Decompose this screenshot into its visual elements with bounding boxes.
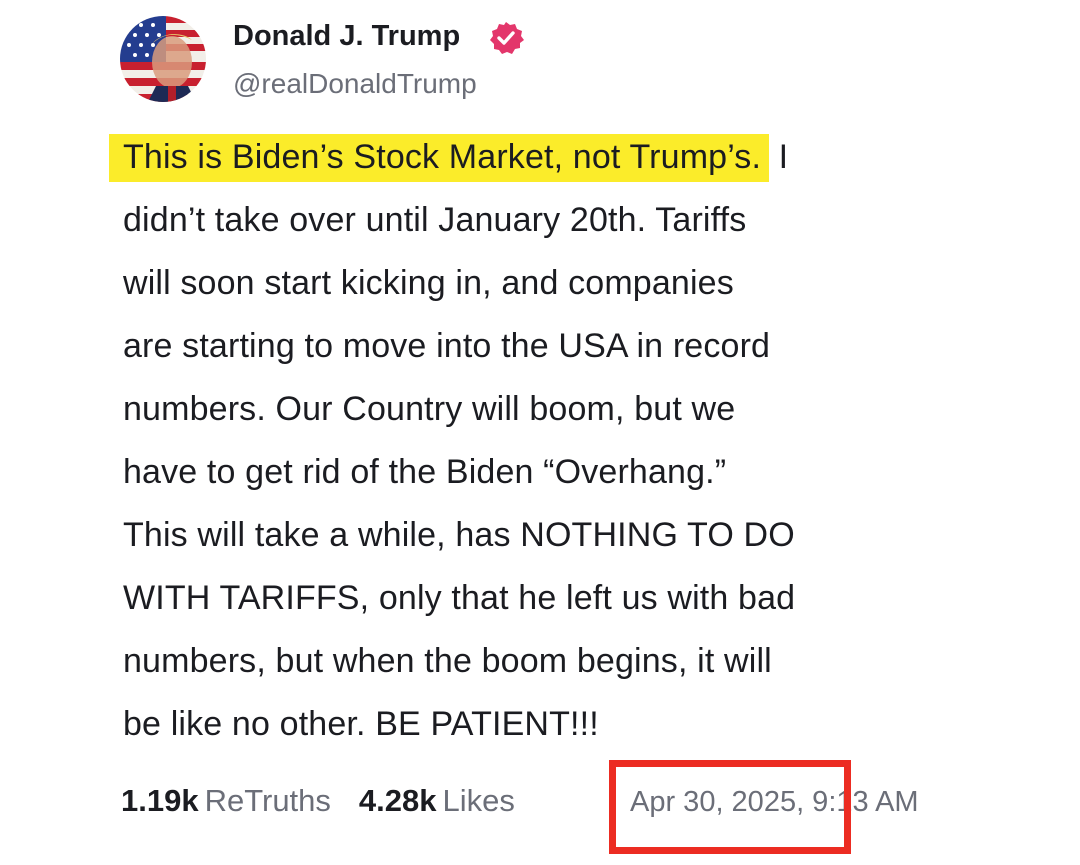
post-line: This is Biden’s Stock Market, not Trump’… <box>109 126 1023 189</box>
post-stats: 1.19k ReTruths 4.28k Likes <box>121 778 515 824</box>
avatar[interactable] <box>120 16 206 102</box>
retruths-stat[interactable]: 1.19k ReTruths <box>121 783 331 818</box>
post-line: are starting to move into the USA in rec… <box>123 327 771 365</box>
post-line-text: I <box>769 138 789 176</box>
user-handle[interactable]: @realDonaldTrump <box>233 66 477 102</box>
likes-count: 4.28k <box>358 783 437 818</box>
post-line: have to get rid of the Biden “Overhang.” <box>123 453 727 491</box>
verified-badge-icon <box>488 20 524 56</box>
likes-label: Likes <box>442 783 515 818</box>
post-line: be like no other. BE PATIENT!!! <box>123 705 599 743</box>
flag-portrait-avatar-icon <box>120 16 206 102</box>
display-name[interactable]: Donald J. Trump <box>233 18 460 54</box>
post-line: WITH TARIFFS, only that he left us with … <box>123 579 796 617</box>
annotation-highlight-box <box>609 760 851 854</box>
post-line: numbers. Our Country will boom, but we <box>123 390 736 428</box>
retruths-label: ReTruths <box>204 783 331 818</box>
post-line: numbers, but when the boom begins, it wi… <box>123 642 772 680</box>
retruths-count: 1.19k <box>121 783 199 818</box>
post-line: This will take a while, has NOTHING TO D… <box>123 516 795 554</box>
highlighted-text: This is Biden’s Stock Market, not Trump’… <box>109 134 770 182</box>
post-line: will soon start kicking in, and companie… <box>123 264 734 302</box>
post-body: This is Biden’s Stock Market, not Trump’… <box>109 126 1023 756</box>
post-line: didn’t take over until January 20th. Tar… <box>123 201 747 239</box>
likes-stat[interactable]: 4.28k Likes <box>359 783 515 818</box>
